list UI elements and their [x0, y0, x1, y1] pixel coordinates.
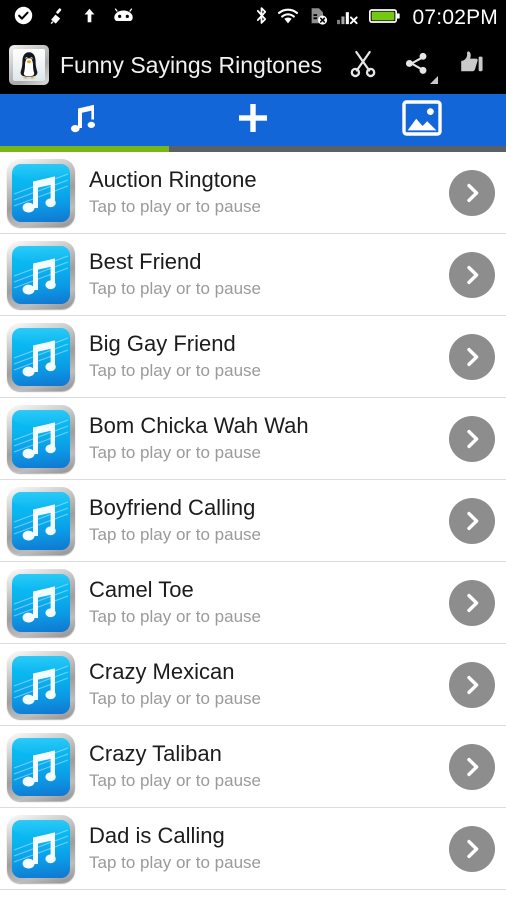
chevron-right-icon[interactable] [449, 333, 495, 380]
sim-card-missing-icon [308, 6, 328, 31]
list-item[interactable]: Bom Chicka Wah Wah Tap to play or to pau… [0, 398, 506, 480]
music-note-icon [7, 158, 75, 227]
dropdown-caret-icon [430, 75, 438, 84]
list-item-title: Crazy Mexican [89, 660, 235, 685]
list-item[interactable]: Crazy Taliban Tap to play or to pause [0, 726, 506, 808]
chevron-right-icon[interactable] [449, 825, 495, 872]
music-note-icon [7, 568, 75, 637]
list-item[interactable]: Best Friend Tap to play or to pause [0, 234, 506, 316]
music-note-icon [7, 486, 75, 555]
list-item[interactable]: Auction Ringtone Tap to play or to pause [0, 152, 506, 234]
list-item-text: Dad is Calling Tap to play or to pause [75, 824, 449, 872]
tab-bar [0, 94, 506, 152]
list-item-title: Auction Ringtone [89, 168, 257, 193]
status-bar: 07:02PM [0, 0, 506, 36]
action-bar: Funny Sayings Ringtones [0, 36, 506, 94]
upload-arrow-icon [81, 6, 98, 30]
status-bar-left-icons [14, 6, 135, 31]
list-item-text: Auction Ringtone Tap to play or to pause [75, 168, 449, 216]
bluetooth-icon [255, 5, 268, 31]
tab-add[interactable] [169, 94, 338, 146]
chevron-right-icon[interactable] [449, 579, 495, 626]
list-item-subtitle: Tap to play or to pause [89, 525, 262, 545]
list-item-subtitle: Tap to play or to pause [89, 771, 262, 791]
list-item-title: Boyfriend Calling [89, 496, 256, 521]
list-item-text: Bom Chicka Wah Wah Tap to play or to pau… [75, 414, 449, 462]
music-note-icon [7, 814, 75, 883]
share-button[interactable] [402, 48, 438, 84]
scissors-icon [348, 48, 378, 83]
list-item[interactable]: Boyfriend Calling Tap to play or to paus… [0, 480, 506, 562]
list-item-subtitle: Tap to play or to pause [89, 607, 262, 627]
share-icon [402, 48, 432, 83]
app-title: Funny Sayings Ringtones [60, 51, 323, 78]
android-head-icon [112, 7, 135, 29]
list-item-subtitle: Tap to play or to pause [89, 279, 262, 299]
list-item-subtitle: Tap to play or to pause [89, 689, 262, 709]
thumbs-up-icon [456, 48, 486, 83]
tab-ringtones[interactable] [0, 94, 169, 146]
tab-wallpapers[interactable] [337, 94, 506, 146]
list-item-text: Crazy Mexican Tap to play or to pause [75, 660, 449, 708]
list-item-text: Crazy Taliban Tap to play or to pause [75, 742, 449, 790]
penguin-icon [9, 45, 49, 85]
chevron-right-icon[interactable] [449, 415, 495, 462]
music-note-icon [7, 404, 75, 473]
list-item-title: Big Gay Friend [89, 332, 236, 357]
list-item-subtitle: Tap to play or to pause [89, 853, 262, 873]
music-note-icon [7, 322, 75, 391]
list-item-title: Bom Chicka Wah Wah [89, 414, 309, 439]
image-icon [401, 99, 442, 141]
app-screen: 07:02PM Funny Sayings Ringtones Auction … [0, 0, 506, 900]
list-item-title: Best Friend [89, 250, 202, 275]
list-item[interactable]: Dad is Calling Tap to play or to pause [0, 808, 506, 890]
ringtone-list[interactable]: Auction Ringtone Tap to play or to pause [0, 152, 506, 890]
list-item-text: Best Friend Tap to play or to pause [75, 250, 449, 298]
list-item-subtitle: Tap to play or to pause [89, 197, 262, 217]
battery-full-icon [368, 7, 401, 30]
music-note-icon [64, 98, 104, 143]
status-bar-right-icons: 07:02PM [255, 5, 498, 31]
chevron-right-icon[interactable] [449, 169, 495, 216]
action-bar-buttons [348, 48, 496, 84]
list-item-title: Crazy Taliban [89, 742, 222, 767]
broom-icon [47, 6, 67, 31]
list-item-title: Camel Toe [89, 578, 194, 603]
list-item-subtitle: Tap to play or to pause [89, 443, 262, 463]
status-clock: 07:02PM [412, 6, 498, 29]
plus-icon [232, 97, 274, 144]
list-item-subtitle: Tap to play or to pause [89, 361, 262, 381]
music-note-icon [7, 240, 75, 309]
chevron-right-icon[interactable] [449, 743, 495, 790]
list-item-text: Boyfriend Calling Tap to play or to paus… [75, 496, 449, 544]
list-item-title: Dad is Calling [89, 824, 225, 849]
signal-no-service-icon [336, 6, 360, 31]
list-item[interactable]: Crazy Mexican Tap to play or to pause [0, 644, 506, 726]
music-note-icon [7, 650, 75, 719]
list-item-text: Camel Toe Tap to play or to pause [75, 578, 449, 626]
list-item[interactable]: Big Gay Friend Tap to play or to pause [0, 316, 506, 398]
rate-button[interactable] [456, 48, 486, 83]
chevron-right-icon[interactable] [449, 661, 495, 708]
list-item-text: Big Gay Friend Tap to play or to pause [75, 332, 449, 380]
music-note-icon [7, 732, 75, 801]
cut-button[interactable] [348, 48, 378, 83]
chevron-right-icon[interactable] [449, 497, 495, 544]
wifi-icon [277, 7, 299, 30]
check-circle-icon [14, 6, 33, 30]
chevron-right-icon[interactable] [449, 251, 495, 298]
list-item[interactable]: Camel Toe Tap to play or to pause [0, 562, 506, 644]
